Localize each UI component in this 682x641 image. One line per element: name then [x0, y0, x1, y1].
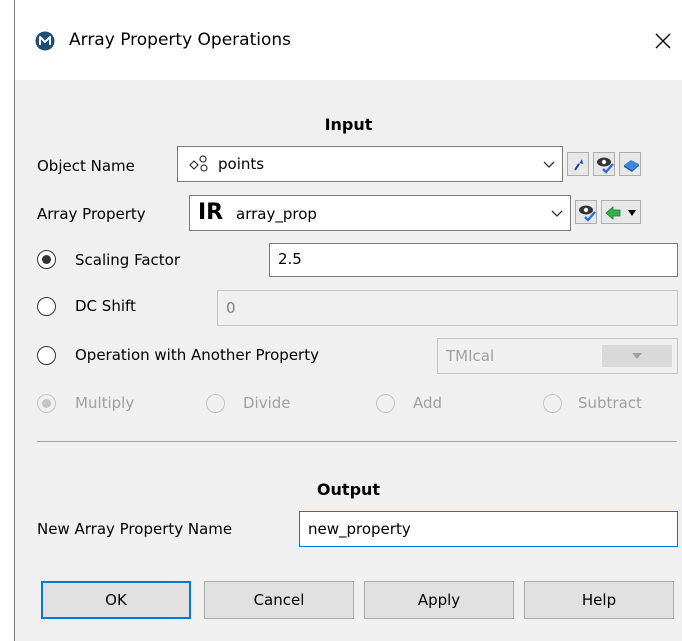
- input-heading: Input: [324, 115, 373, 134]
- scaling-factor-input[interactable]: 2.5: [269, 243, 678, 277]
- help-button[interactable]: Help: [524, 581, 674, 619]
- apply-button[interactable]: Apply: [364, 581, 514, 619]
- object-name-value: points: [218, 155, 265, 173]
- dc-shift-input[interactable]: 0: [217, 290, 678, 326]
- m-logo-icon: [35, 31, 55, 51]
- scaling-factor-label: Scaling Factor: [75, 251, 181, 269]
- operation-label: Operation with Another Property: [75, 346, 319, 364]
- title-bar: Array Property Operations: [15, 0, 682, 80]
- eye-check-icon: [597, 157, 614, 174]
- operation-radio[interactable]: [37, 346, 56, 365]
- multiply-radio[interactable]: [37, 394, 56, 413]
- pick-arrow-icon: [574, 159, 583, 171]
- array-property-label: Array Property: [37, 205, 146, 223]
- window-title: Array Property Operations: [69, 30, 291, 50]
- new-name-label: New Array Property Name: [37, 520, 233, 538]
- section-divider: [37, 441, 677, 442]
- chevron-down-icon: [551, 210, 563, 217]
- dc-shift-radio[interactable]: [37, 297, 56, 316]
- array-property-value: array_prop: [236, 205, 317, 223]
- cube-icon: [624, 160, 639, 172]
- arrow-left-icon: [605, 206, 621, 220]
- array-property-combo[interactable]: IR array_prop: [189, 195, 571, 231]
- new-name-input[interactable]: new_property: [299, 511, 678, 547]
- dialog-window: Array Property Operations Input Object N…: [14, 0, 682, 641]
- add-radio[interactable]: [376, 394, 395, 413]
- scaling-factor-radio[interactable]: [37, 250, 56, 269]
- add-label: Add: [413, 394, 443, 412]
- object-3d-button[interactable]: [619, 152, 641, 176]
- dc-shift-label: DC Shift: [75, 297, 136, 315]
- view-object-button[interactable]: [593, 152, 615, 176]
- array-type-badge: IR: [198, 200, 224, 225]
- output-heading: Output: [316, 480, 381, 499]
- subtract-label: Subtract: [578, 394, 642, 412]
- object-name-label: Object Name: [37, 157, 135, 175]
- dropdown-arrow-icon: [632, 353, 642, 359]
- pick-object-button[interactable]: [567, 152, 589, 176]
- multiply-label: Multiply: [75, 394, 135, 412]
- cancel-button[interactable]: Cancel: [204, 581, 354, 619]
- point-set-icon: [189, 155, 208, 172]
- object-name-combo[interactable]: points: [177, 146, 563, 182]
- close-icon[interactable]: [646, 24, 680, 58]
- subtract-radio[interactable]: [543, 394, 562, 413]
- property-menu-button[interactable]: [601, 200, 641, 224]
- view-property-button[interactable]: [575, 200, 597, 224]
- divide-radio[interactable]: [206, 394, 225, 413]
- dropdown-arrow-icon: [628, 210, 636, 216]
- other-property-dropdown-button[interactable]: [602, 345, 672, 367]
- eye-check-icon: [579, 205, 596, 222]
- ok-button[interactable]: OK: [41, 581, 191, 619]
- other-property-combo[interactable]: TMIcal: [437, 338, 678, 374]
- divide-label: Divide: [243, 394, 291, 412]
- other-property-value: TMIcal: [446, 347, 495, 365]
- chevron-down-icon: [543, 161, 555, 168]
